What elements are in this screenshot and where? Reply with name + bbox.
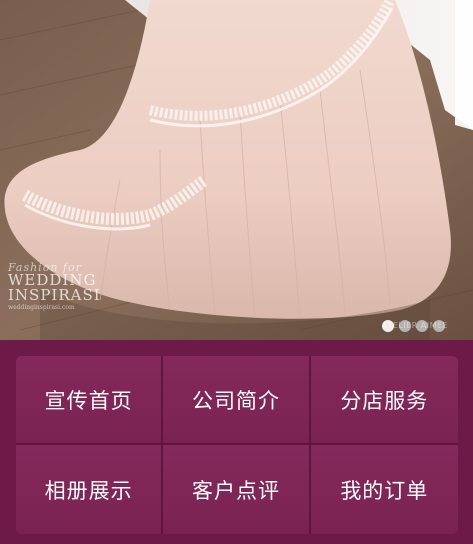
watermark-line-2: INSPIRASI <box>8 286 101 304</box>
watermark-script: Fashion for <box>8 261 82 274</box>
menu-item-about[interactable]: 公司简介 <box>163 356 311 445</box>
menu-item-branches[interactable]: 分店服务 <box>310 356 458 445</box>
hero-banner[interactable]: Fashion for WEDDING INSPIRASI weddingins… <box>0 0 473 340</box>
menu-item-home[interactable]: 宣传首页 <box>16 356 164 445</box>
page: Fashion for WEDDING INSPIRASI weddingins… <box>0 0 473 544</box>
nav-grid: 宣传首页 公司简介 分店服务 相册展示 客户点评 我的订单 <box>16 356 458 534</box>
menu-item-reviews[interactable]: 客户点评 <box>163 445 311 534</box>
photo-credit: ATELIER AIMEE <box>382 321 449 330</box>
menu-item-orders[interactable]: 我的订单 <box>310 445 458 534</box>
watermark-url: weddinginspirasi.com <box>8 304 75 311</box>
watermark-logo: Fashion for WEDDING INSPIRASI weddingins… <box>8 262 108 311</box>
menu-item-album[interactable]: 相册展示 <box>16 445 164 534</box>
